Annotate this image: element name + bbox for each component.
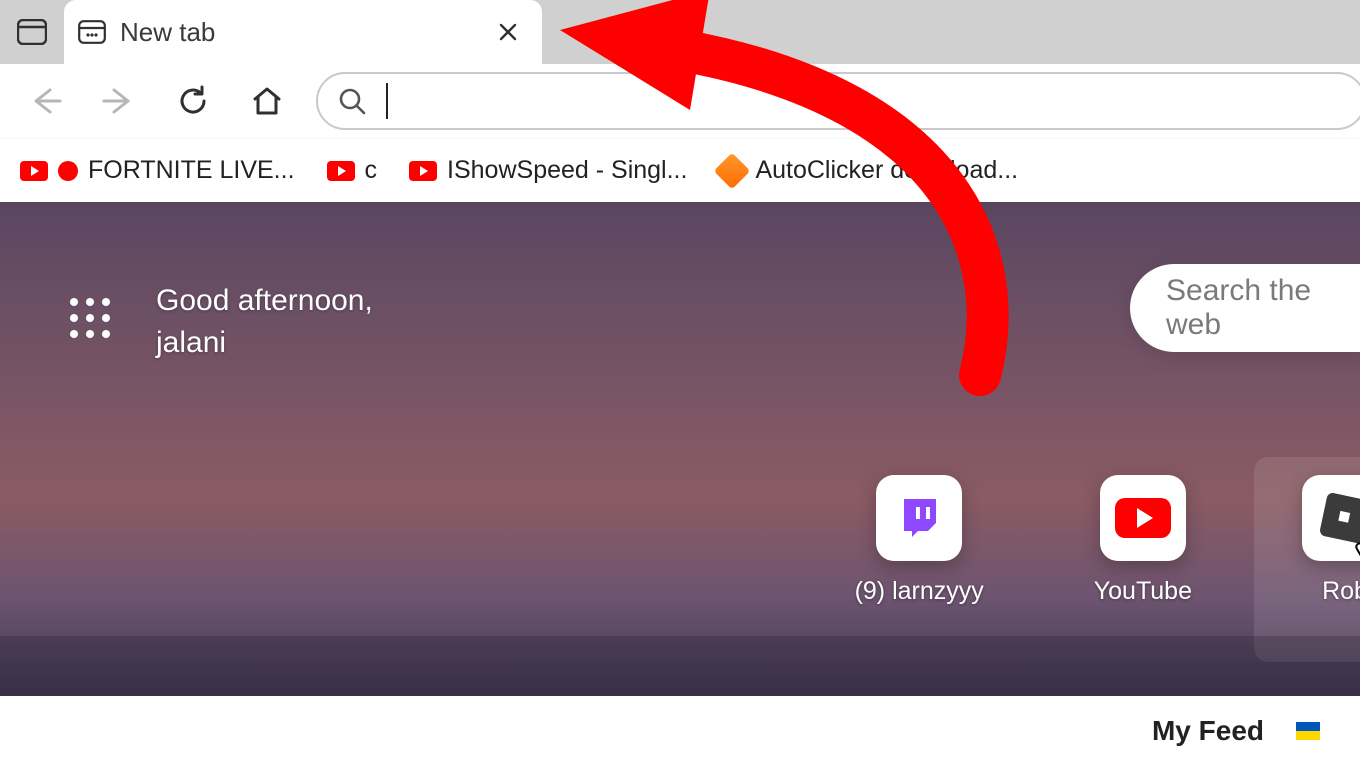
quick-link-youtube[interactable]: YouTube: [1094, 475, 1192, 606]
home-icon: [251, 85, 283, 117]
ukraine-flag-icon[interactable]: [1296, 722, 1320, 740]
bookmark-label: c: [365, 156, 378, 185]
bookmark-item[interactable]: FORTNITE LIVE...: [4, 147, 311, 195]
page-settings-button[interactable]: [70, 298, 110, 338]
quick-link-label: (9) larnzyyy: [855, 577, 984, 606]
youtube-icon: [409, 161, 437, 181]
navigation-toolbar: [0, 64, 1360, 138]
twitch-icon: [896, 495, 942, 541]
greeting-text: Good afternoon, jalani: [156, 280, 373, 364]
arrow-right-icon: [102, 86, 136, 116]
back-button[interactable]: [10, 71, 80, 131]
bookmark-item[interactable]: c: [311, 147, 394, 195]
web-search-box[interactable]: Search the web: [1130, 264, 1360, 352]
refresh-button[interactable]: [158, 71, 228, 131]
tab-title: New tab: [120, 17, 478, 48]
address-bar[interactable]: [316, 72, 1360, 130]
web-search-placeholder: Search the web: [1166, 274, 1360, 342]
newtab-content: Good afternoon, jalani Search the web (9…: [0, 202, 1360, 696]
live-dot-icon: [58, 161, 78, 181]
forward-button[interactable]: [84, 71, 154, 131]
youtube-icon: [20, 161, 48, 181]
browser-tab[interactable]: New tab: [64, 0, 542, 64]
refresh-icon: [177, 85, 209, 117]
tab-close-button[interactable]: [492, 16, 524, 48]
close-icon: [499, 23, 517, 41]
bookmark-label: AutoClicker download...: [755, 156, 1018, 185]
quick-link-roblox[interactable]: Rob: [1302, 475, 1360, 606]
bookmark-item[interactable]: IShowSpeed - Singl...: [393, 147, 703, 195]
tab-overview-icon: [17, 19, 47, 45]
greeting-line2: jalani: [156, 322, 373, 364]
autoclicker-icon: [714, 152, 751, 189]
search-icon: [338, 87, 366, 115]
arrow-left-icon: [28, 86, 62, 116]
youtube-icon: [327, 161, 355, 181]
bookmarks-bar: FORTNITE LIVE... c IShowSpeed - Singl...…: [0, 138, 1360, 202]
newtab-icon: [78, 20, 106, 44]
quick-link-label: Rob: [1322, 577, 1360, 606]
myfeed-tab[interactable]: My Feed: [1152, 715, 1264, 747]
quick-link-label: YouTube: [1094, 577, 1192, 606]
quick-link-twitch[interactable]: (9) larnzyyy: [855, 475, 984, 606]
hand-cursor-icon: [1352, 527, 1360, 573]
youtube-icon: [1115, 498, 1171, 538]
feed-header: My Feed: [0, 696, 1360, 765]
greeting-line1: Good afternoon,: [156, 280, 373, 322]
tab-strip: New tab: [0, 0, 1360, 64]
bookmark-label: IShowSpeed - Singl...: [447, 156, 687, 185]
text-cursor: [386, 83, 388, 119]
home-button[interactable]: [232, 71, 302, 131]
bookmark-item[interactable]: AutoClicker download...: [703, 147, 1034, 195]
tab-actions-button[interactable]: [0, 0, 64, 64]
quick-links-row: (9) larnzyyy YouTube Rob: [855, 475, 1360, 606]
bookmark-label: FORTNITE LIVE...: [88, 156, 295, 185]
